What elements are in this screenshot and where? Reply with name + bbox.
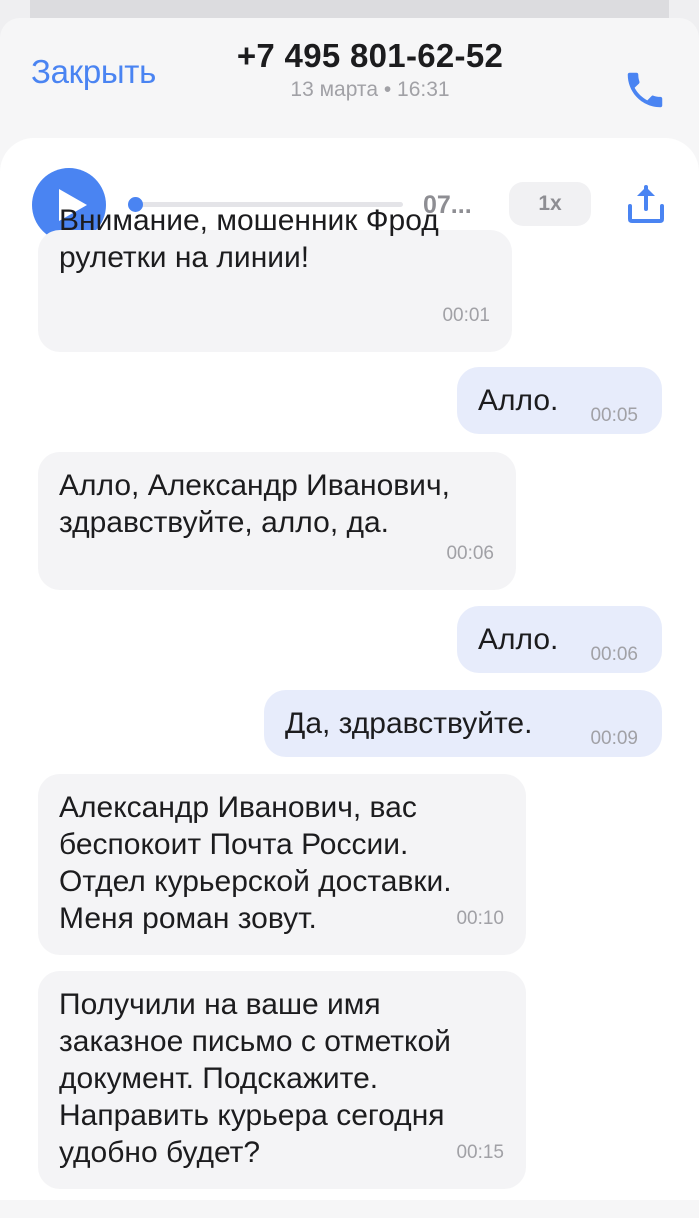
message-bubble-incoming: Получили на ваше имя заказное письмо с о… (38, 971, 526, 1189)
message-time: 00:05 (590, 405, 638, 426)
message-text: Внимание, мошенник Фрод рулетки на линии… (59, 204, 439, 274)
message-text: Алло. (478, 384, 559, 417)
phone-icon[interactable] (622, 67, 668, 113)
message-bubble-outgoing: Алло. 00:05 (457, 367, 662, 434)
header: Закрыть +7 495 801-62-52 13 марта • 16:3… (0, 18, 699, 128)
message-bubble-incoming: Алло, Александр Иванович, здравствуйте, … (38, 452, 516, 590)
message-time: 00:06 (590, 644, 638, 665)
message-bubble-outgoing: Да, здравствуйте. 00:09 (264, 690, 662, 757)
message-bubble-incoming: Александр Иванович, вас беспокоит Почта … (38, 774, 526, 955)
message-time: 00:10 (456, 908, 504, 929)
message-time: 00:09 (590, 728, 638, 749)
transcript-panel: 07... 1x Внимание, мошенник Фрод рулетки… (0, 138, 699, 1200)
message-text: Александр Иванович, вас беспокоит Почта … (59, 791, 452, 935)
message-text: Алло, Александр Иванович, здравствуйте, … (59, 469, 450, 539)
call-date-time: 13 марта • 16:31 (290, 78, 450, 101)
message-bubble-incoming: Внимание, мошенник Фрод рулетки на линии… (38, 204, 512, 352)
share-icon[interactable] (624, 182, 668, 226)
message-text: Да, здравствуйте. (285, 707, 533, 740)
playback-speed-button[interactable]: 1x (509, 182, 591, 226)
phone-number: +7 495 801-62-52 (236, 37, 504, 74)
close-button[interactable]: Закрыть (31, 53, 156, 91)
message-time: 00:01 (442, 305, 490, 326)
message-bubble-outgoing: Алло. 00:06 (457, 606, 662, 673)
message-text: Получили на ваше имя заказное письмо с о… (59, 988, 451, 1169)
message-time: 00:15 (456, 1142, 504, 1163)
title-block: +7 495 801-62-52 13 марта • 16:31 (170, 37, 570, 102)
message-time: 00:06 (446, 543, 494, 564)
message-text: Алло. (478, 623, 559, 656)
